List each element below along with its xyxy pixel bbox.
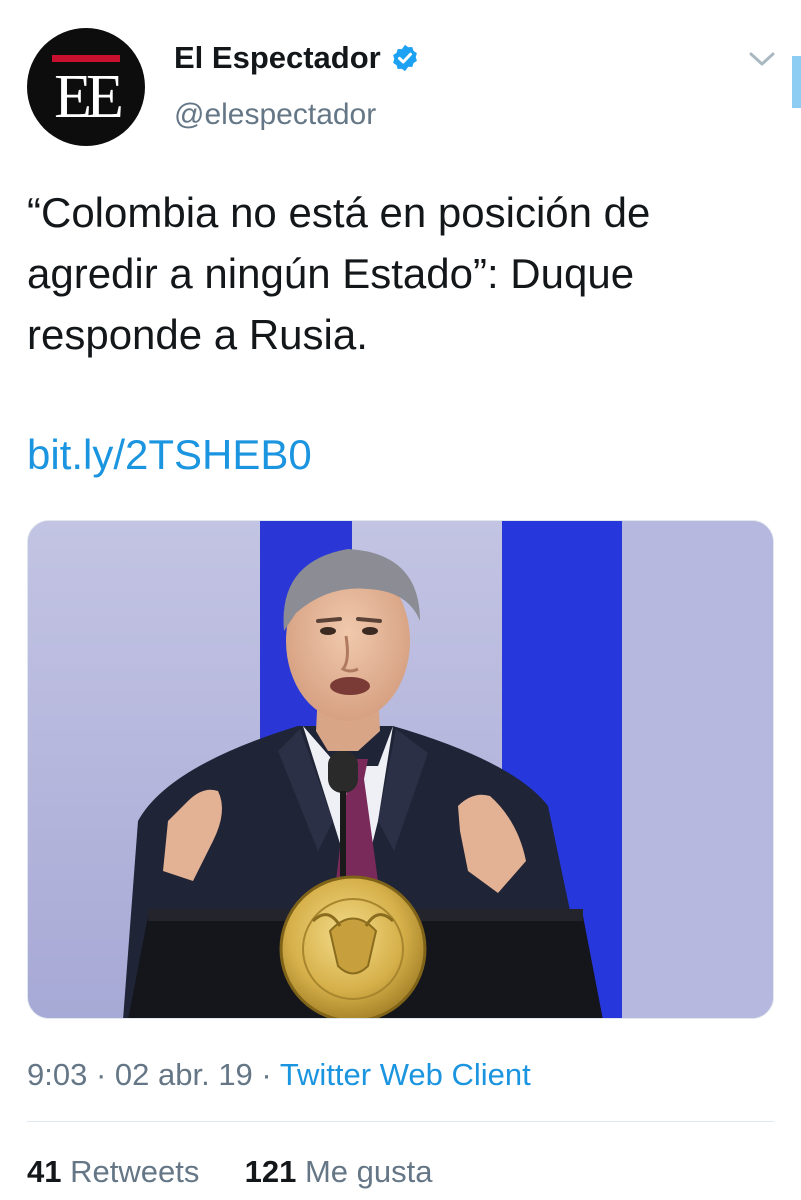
verified-badge-icon bbox=[392, 44, 417, 71]
likes-label[interactable]: Me gusta bbox=[305, 1154, 433, 1189]
meta-separator: · bbox=[87, 1057, 115, 1092]
tweet-date: 02 abr. 19 bbox=[114, 1057, 253, 1092]
display-name[interactable]: El Espectador bbox=[174, 42, 381, 73]
tweet-photo[interactable] bbox=[27, 520, 774, 1019]
tweet-meta: 9:03 · 02 abr. 19 · Twitter Web Client bbox=[27, 1055, 531, 1095]
tweet-header: EE El Espectador @elespectador bbox=[0, 0, 801, 160]
tweet-text: “Colombia no está en posición de agredir… bbox=[27, 189, 651, 358]
avatar[interactable]: EE bbox=[27, 28, 145, 146]
tweet-client-link[interactable]: Twitter Web Client bbox=[280, 1057, 531, 1092]
avatar-logo-bar bbox=[52, 55, 120, 62]
tweet-stats: 41 Retweets 121 Me gusta bbox=[27, 1152, 432, 1192]
tweet-link[interactable]: bit.ly/2TSHEB0 bbox=[27, 424, 312, 485]
scroll-edge-indicator bbox=[792, 56, 801, 108]
divider bbox=[27, 1121, 774, 1122]
retweets-label[interactable]: Retweets bbox=[70, 1154, 199, 1189]
name-row: El Espectador bbox=[174, 42, 420, 73]
user-handle[interactable]: @elespectador bbox=[174, 100, 376, 130]
tweet-time: 9:03 bbox=[27, 1057, 88, 1092]
chevron-down-icon[interactable] bbox=[748, 48, 776, 70]
avatar-logo-letters: EE bbox=[54, 63, 124, 131]
meta-separator: · bbox=[252, 1057, 280, 1092]
photo-president-at-podium bbox=[28, 521, 773, 1018]
likes-count[interactable]: 121 bbox=[245, 1154, 297, 1189]
retweets-count[interactable]: 41 bbox=[27, 1154, 61, 1189]
